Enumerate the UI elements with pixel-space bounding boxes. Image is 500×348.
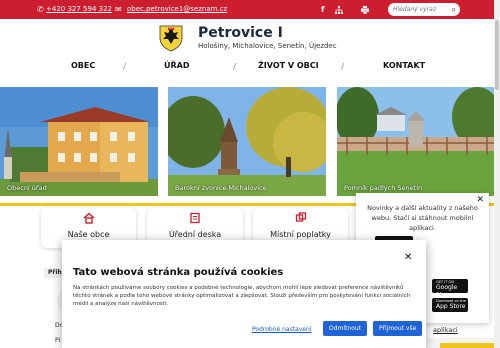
card-label: Úřední deska xyxy=(168,230,222,239)
photo-caption: Pomník padlých Senetín xyxy=(344,184,423,192)
nav-divider xyxy=(122,63,127,70)
page-scrollbar[interactable] xyxy=(494,0,500,348)
email-icon: ✉ xyxy=(115,5,122,14)
facebook-icon[interactable]: f xyxy=(321,0,324,19)
search-input[interactable] xyxy=(393,4,445,15)
cookie-text: Na stránkách používáme soubory cookies a… xyxy=(73,285,411,307)
site-title[interactable]: Petrovice I xyxy=(198,25,283,41)
cookie-title: Tato webová stránka používá cookies xyxy=(73,267,284,278)
photo-caption: Barokní zvonice Michalovice xyxy=(175,184,267,192)
photo-pomnik-padlych[interactable]: Pomník padlých Senetín xyxy=(337,87,494,196)
main-navigation: OBEC ÚŘAD ŽIVOT V OBCI KONTAKT xyxy=(0,56,500,76)
cookie-settings-link[interactable]: Podrobné nastavení xyxy=(252,326,311,333)
nav-item-obec[interactable]: OBEC xyxy=(71,56,95,76)
email-link[interactable]: obec.petrovice1@seznam.cz xyxy=(127,0,227,19)
search-box[interactable]: ⌕ xyxy=(388,3,460,16)
top-bar: ✆ +420 327 594 322 ✉ obec.petrovice1@sez… xyxy=(0,0,500,19)
house-icon xyxy=(83,212,94,224)
close-icon[interactable]: ✕ xyxy=(404,252,412,263)
photo-image xyxy=(0,87,158,196)
print-icon[interactable] xyxy=(361,0,369,19)
google-play-button[interactable]: GET IT ON Google Play xyxy=(432,279,468,299)
phone-icon: ✆ xyxy=(37,5,44,14)
scrollbar-thumb[interactable] xyxy=(495,20,499,90)
cookie-accept-button[interactable]: Přijmout vše xyxy=(373,321,423,336)
photo-image xyxy=(168,87,326,196)
phone-link[interactable]: +420 327 594 322 xyxy=(46,0,112,19)
photo-caption: Obecní úřad xyxy=(7,184,47,192)
sitemap-icon[interactable] xyxy=(335,0,343,19)
card-label: Naše obce xyxy=(67,230,110,239)
nav-divider xyxy=(232,63,237,70)
search-icon[interactable]: ⌕ xyxy=(452,4,456,15)
card-label: Místní poplatky xyxy=(270,230,331,239)
text-fragment: Pí xyxy=(55,337,61,344)
accent-bar xyxy=(440,343,500,348)
app-store-button[interactable]: Download on the App Store xyxy=(432,298,468,312)
store-big-text: App Store xyxy=(436,303,466,310)
photo-barokni-zvonice[interactable]: Barokní zvonice Michalovice xyxy=(168,87,326,196)
site-subtitle: Hološiny, Michalovice, Senetín, Újezdec xyxy=(198,42,337,50)
nav-item-urad[interactable]: ÚŘAD xyxy=(164,56,190,76)
nav-divider xyxy=(340,63,345,70)
nav-item-zivot-v-obci[interactable]: ŽIVOT V OBCI xyxy=(258,56,319,76)
cookie-consent-dialog: ✕ Tato webová stránka používá cookies Na… xyxy=(62,240,426,348)
municipal-crest-logo[interactable] xyxy=(158,24,184,52)
coins-icon xyxy=(295,212,306,222)
app-promo-text: Novinky a další aktuality z našeho webu.… xyxy=(367,204,478,232)
nav-item-kontakt[interactable]: KONTAKT xyxy=(383,56,425,76)
board-icon xyxy=(190,212,200,224)
cookie-reject-button[interactable]: Odmítnout xyxy=(323,321,368,336)
app-link[interactable]: aplikaci xyxy=(433,326,458,334)
photo-image xyxy=(337,87,494,196)
photo-obecni-urad[interactable]: Obecní úřad xyxy=(0,87,158,196)
